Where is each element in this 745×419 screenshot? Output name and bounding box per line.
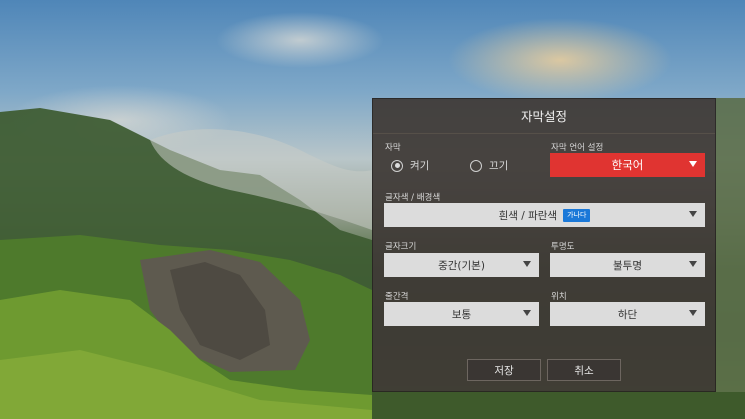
language-label: 자막 언어 설정 <box>551 143 604 153</box>
subtitle-label: 자막 <box>385 143 401 153</box>
line-spacing-value: 보통 <box>451 308 472 321</box>
language-value: 한국어 <box>611 158 644 172</box>
chevron-down-icon <box>689 261 697 267</box>
color-label: 글자색 / 배경색 <box>385 193 441 203</box>
chevron-down-icon <box>523 261 531 267</box>
save-button[interactable]: 저장 <box>467 359 541 381</box>
opacity-label: 투명도 <box>551 242 575 252</box>
dialog-title: 자막설정 <box>520 109 567 124</box>
color-value: 흰색 / 파란색 <box>498 209 558 222</box>
line-spacing-select[interactable]: 보통 <box>384 302 539 326</box>
radio-selected-icon <box>391 159 403 172</box>
radio-unselected-icon <box>470 159 482 172</box>
opacity-value: 불투명 <box>613 259 642 272</box>
subtitle-off-radio[interactable]: 끄기 <box>470 158 508 173</box>
subtitle-on-radio[interactable]: 켜기 <box>391 158 429 173</box>
cancel-button[interactable]: 취소 <box>547 359 621 381</box>
opacity-select[interactable]: 불투명 <box>550 253 705 277</box>
position-label: 위치 <box>551 292 567 302</box>
font-size-label: 글자크기 <box>385 242 417 252</box>
subtitle-on-label: 켜기 <box>410 160 430 172</box>
font-size-value: 중간(기본) <box>438 259 485 272</box>
position-value: 하단 <box>617 308 638 321</box>
font-size-select[interactable]: 중간(기본) <box>384 253 539 277</box>
subtitle-off-label: 끄기 <box>489 160 509 172</box>
chevron-down-icon <box>523 310 531 316</box>
chevron-down-icon <box>689 161 697 167</box>
chevron-down-icon <box>689 211 697 217</box>
language-select[interactable]: 한국어 <box>550 153 705 177</box>
title-divider <box>373 133 715 134</box>
position-select[interactable]: 하단 <box>550 302 705 326</box>
line-spacing-label: 줄간격 <box>385 292 409 302</box>
color-preview-badge: 가나다 <box>563 208 591 222</box>
color-select[interactable]: 흰색 / 파란색 가나다 <box>384 203 705 227</box>
chevron-down-icon <box>689 310 697 316</box>
subtitle-settings-dialog: 자막설정 자막 켜기 끄기 자막 언어 설정 한국어 글자색 / 배경색 흰색 … <box>372 98 716 392</box>
